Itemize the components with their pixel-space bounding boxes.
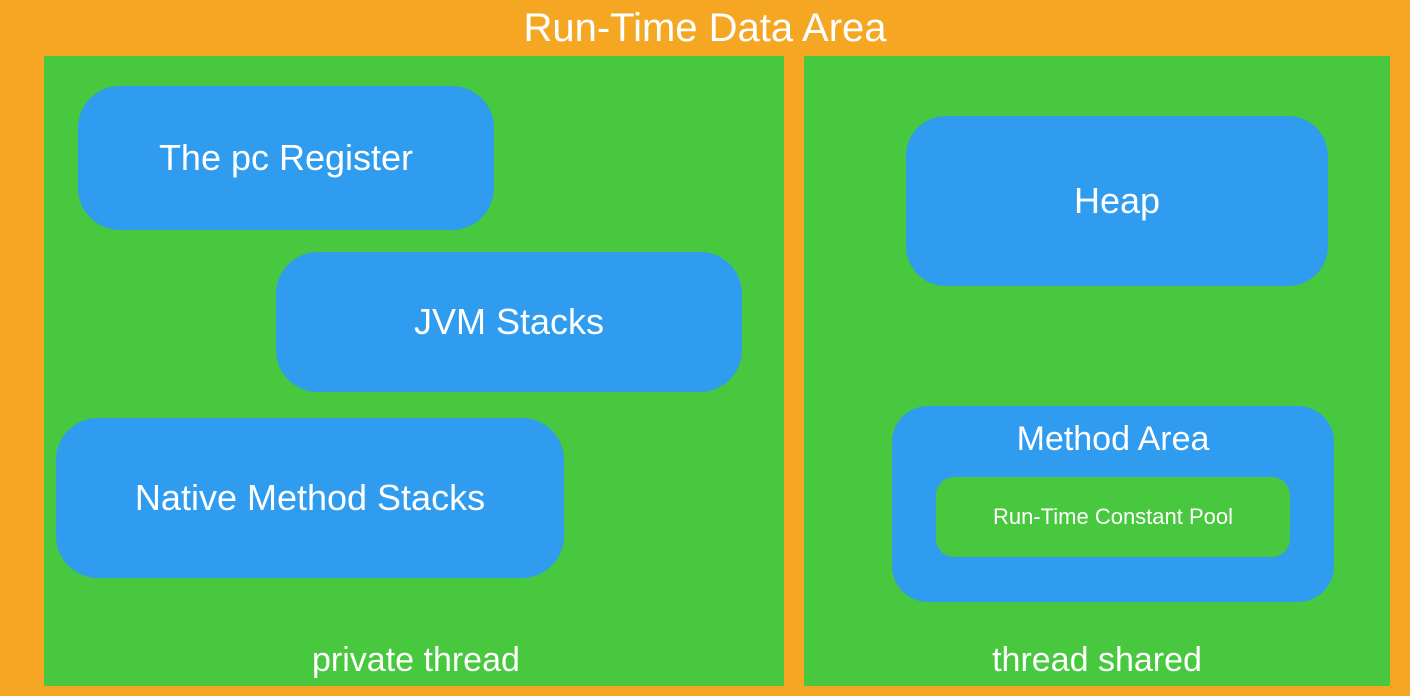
panels-container: The pc Register JVM Stacks Native Method…	[44, 56, 1390, 686]
constant-pool-label: Run-Time Constant Pool	[993, 504, 1233, 530]
pc-register-box: The pc Register	[78, 86, 494, 230]
heap-box: Heap	[906, 116, 1328, 286]
diagram-title: Run-Time Data Area	[0, 0, 1410, 55]
native-stacks-label: Native Method Stacks	[135, 477, 485, 519]
shared-thread-panel: Heap Method Area Run-Time Constant Pool …	[804, 56, 1390, 686]
private-panel-caption: private thread	[312, 641, 520, 680]
pc-register-label: The pc Register	[159, 137, 413, 179]
private-thread-panel: The pc Register JVM Stacks Native Method…	[44, 56, 784, 686]
jvm-stacks-label: JVM Stacks	[414, 301, 604, 343]
native-stacks-box: Native Method Stacks	[56, 418, 564, 578]
shared-panel-caption: thread shared	[804, 641, 1390, 680]
method-area-box: Method Area Run-Time Constant Pool	[892, 406, 1334, 602]
constant-pool-box: Run-Time Constant Pool	[936, 477, 1290, 557]
jvm-stacks-box: JVM Stacks	[276, 252, 742, 392]
heap-label: Heap	[1074, 180, 1160, 222]
method-area-label: Method Area	[892, 420, 1334, 459]
